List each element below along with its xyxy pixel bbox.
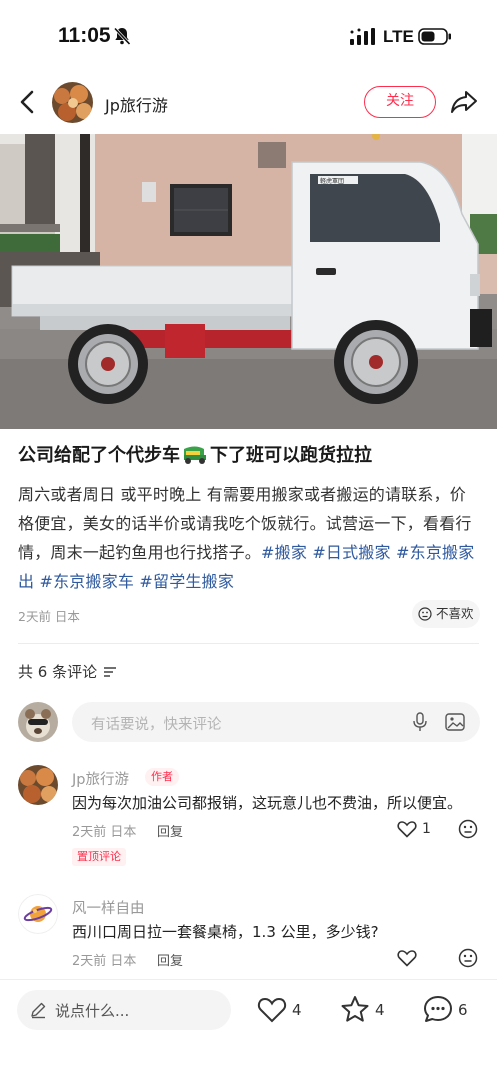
pen-icon — [31, 1002, 46, 1019]
divider — [18, 643, 479, 644]
auto-rickshaw-icon — [184, 446, 206, 464]
post-meta: 2天前 日本 — [18, 609, 80, 624]
microphone-icon[interactable] — [412, 712, 428, 732]
comment-input-placeholder: 有话要说，快来评论 — [91, 717, 222, 733]
back-icon[interactable] — [16, 88, 40, 116]
author-name[interactable]: Jp旅行游 — [105, 92, 168, 116]
author-avatar[interactable] — [52, 82, 93, 123]
truck-photo-illustration: 軽虎軍団 — [0, 134, 497, 429]
like-count: 1 — [422, 821, 431, 837]
hashtag-link[interactable]: #东京搬家车 — [40, 572, 135, 591]
comment-input[interactable]: 有话要说，快来评论 — [72, 702, 480, 742]
like-heart-icon[interactable] — [257, 996, 287, 1024]
post-title-part-1: 公司给配了个代步车 — [18, 445, 180, 466]
status-bar: 11:05 LTE — [0, 0, 497, 72]
hashtag-link[interactable]: #留学生搬家 — [139, 572, 234, 591]
dislike-label: 不喜欢 — [436, 606, 474, 621]
say-something-input[interactable]: 说点什么... — [17, 990, 231, 1030]
neutral-face-icon — [418, 607, 432, 621]
commenter-avatar[interactable] — [18, 894, 58, 934]
neutral-face-icon[interactable] — [458, 948, 478, 968]
post-title: 公司给配了个代步车 下了班可以跑货拉拉 — [18, 443, 483, 469]
post-photo[interactable]: 軽虎軍団 — [0, 134, 497, 429]
hashtag-link[interactable]: #搬家 — [261, 543, 307, 562]
collect-count: 4 — [375, 1001, 385, 1019]
pinned-comment-tag: 置顶评论 — [72, 848, 126, 866]
collect-star-icon[interactable] — [340, 995, 370, 1023]
post-title-part-2: 下了班可以跑货拉拉 — [210, 445, 372, 466]
reply-button[interactable]: 回复 — [157, 950, 183, 969]
door-decal-text: 軽虎軍団 — [320, 177, 344, 185]
comment-count: 共 6 条评论 — [18, 663, 98, 681]
author-tag: 作者 — [145, 768, 179, 786]
comment-bubble-icon[interactable] — [423, 995, 453, 1023]
battery-icon — [418, 28, 451, 45]
signal-icon — [350, 28, 375, 45]
post-body: 周六或者周日 或平时晚上 有需要用搬家或者搬运的请联系，价格便宜，美女的话半价或… — [18, 480, 480, 596]
bell-muted-icon — [113, 27, 131, 46]
hashtag-link[interactable]: #日式搬家 — [312, 543, 390, 562]
commenter-avatar[interactable] — [18, 765, 58, 805]
reply-button[interactable]: 回复 — [157, 821, 183, 840]
commenter-name[interactable]: 风一样自由 — [72, 897, 145, 918]
image-icon[interactable] — [445, 713, 465, 731]
heart-icon[interactable] — [397, 949, 417, 967]
comment-meta: 2天前 日本 — [72, 825, 137, 840]
comment-text: 因为每次加油公司都报销，这玩意儿也不费油，所以便宜。 — [72, 794, 463, 812]
status-time: 11:05 — [58, 24, 111, 47]
say-something-placeholder: 说点什么... — [55, 1002, 130, 1020]
bottom-bar-divider — [0, 979, 497, 980]
commenter-name[interactable]: Jp旅行游 — [72, 768, 129, 789]
comment-count-bottom: 6 — [458, 1001, 468, 1019]
sort-icon[interactable] — [103, 666, 117, 678]
comment-text: 西川口周日拉一套餐桌椅，1.3 公里，多少钱? — [72, 923, 379, 941]
neutral-face-icon[interactable] — [458, 819, 478, 839]
post-header: Jp旅行游 关注 — [0, 72, 497, 132]
network-type: LTE — [383, 27, 414, 46]
follow-button[interactable]: 关注 — [364, 86, 436, 118]
dislike-button[interactable]: 不喜欢 — [412, 600, 480, 628]
comment-meta: 2天前 日本 — [72, 954, 137, 969]
my-avatar — [18, 702, 58, 742]
share-icon[interactable] — [450, 89, 478, 115]
like-count: 4 — [292, 1001, 302, 1019]
heart-icon[interactable] — [397, 820, 417, 838]
